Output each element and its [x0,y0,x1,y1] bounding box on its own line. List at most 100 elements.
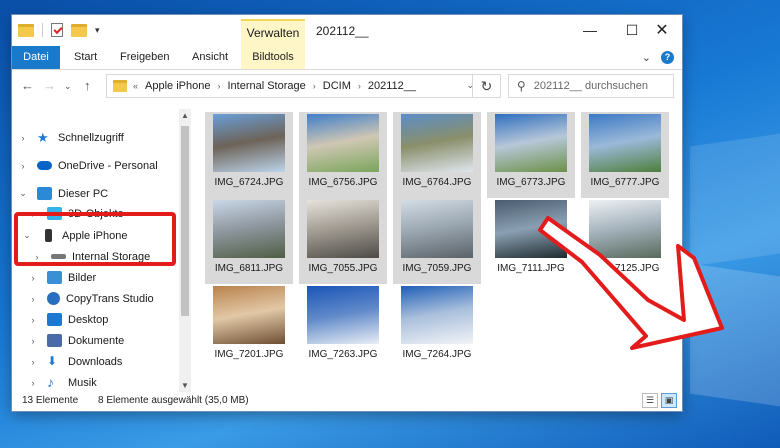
image-thumbnail [213,200,285,258]
nav-item-desktop[interactable]: › Desktop [28,309,108,330]
nav-item-copytrans-studio[interactable]: › CopyTrans Studio [28,288,154,309]
scroll-down-icon[interactable]: ▼ [180,381,190,390]
chevron-right-icon[interactable]: › [18,133,28,143]
chevron-right-icon[interactable]: › [28,336,38,346]
nav-item-dieser-pc[interactable]: ⌄ Dieser PC [18,183,108,204]
file-name: IMG_6811.JPG [214,263,284,274]
file-name: IMG_6773.JPG [496,177,566,188]
nav-item-label: OneDrive - Personal [58,159,158,172]
chevron-right-icon[interactable]: › [28,357,38,367]
pictures-icon [47,271,62,284]
nav-item-onedrive-personal[interactable]: › OneDrive - Personal [18,155,158,176]
chevron-right-icon[interactable]: › [28,294,38,304]
file-name: IMG_6764.JPG [402,177,472,188]
breadcrumb-apple-iphone[interactable]: Apple iPhone [145,80,210,92]
file-tile[interactable]: IMG_7111.JPG [487,198,575,284]
file-grid: IMG_6724.JPG IMG_6756.JPG IMG_6764.JPG IMG_… [199,109,679,392]
address-row: ← → ⌄ ↑ « Apple iPhone › Internal Storag… [12,72,682,100]
chevron-down-icon[interactable]: ⌄ [18,188,28,199]
file-tile[interactable]: IMG_7125.JPG [581,198,669,284]
tab-bildtools[interactable]: Bildtools [241,46,305,69]
file-name: IMG_6756.JPG [308,177,378,188]
file-tile[interactable]: IMG_7059.JPG [393,198,481,284]
new-folder-icon[interactable] [71,23,87,37]
chevron-right-icon[interactable]: › [358,81,361,91]
scroll-up-icon[interactable]: ▲ [180,111,190,120]
documents-icon [47,334,62,347]
search-icon: ⚲ [517,79,526,93]
tab-ansicht[interactable]: Ansicht [184,46,236,69]
status-bar: 13 Elemente 8 Elemente ausgewählt (35,0 … [12,391,682,411]
file-name: IMG_7125.JPG [590,263,660,274]
file-tile[interactable]: IMG_6811.JPG [205,198,293,284]
breadcrumb-internal-storage[interactable]: Internal Storage [227,80,305,92]
close-button[interactable]: ✕ [640,15,684,46]
file-tile[interactable]: IMG_6764.JPG [393,112,481,198]
chevron-right-icon[interactable]: › [28,315,38,325]
chevron-right-icon[interactable]: › [313,81,316,91]
nav-item-musik[interactable]: › ♪ Musik [28,372,97,393]
chevron-right-icon[interactable]: › [18,161,28,171]
nav-item-dokumente[interactable]: › Dokumente [28,330,124,351]
overflow-crumb[interactable]: « [133,81,138,91]
scrollbar-thumb[interactable] [181,126,189,316]
nav-item-label: Downloads [68,355,123,368]
file-name: IMG_6724.JPG [214,177,284,188]
image-thumbnail [307,200,379,258]
image-thumbnail [213,286,285,344]
back-arrow-icon[interactable]: ← [21,78,34,93]
file-name: IMG_7263.JPG [308,349,378,360]
tab-start[interactable]: Start [66,46,105,69]
cloud-icon [37,161,52,170]
large-icons-view-icon[interactable]: ▣ [661,393,677,408]
properties-icon[interactable] [51,23,63,37]
file-tile[interactable]: IMG_6724.JPG [205,112,293,198]
chevron-down-icon[interactable]: ⌄ [642,51,651,64]
chevron-right-icon[interactable]: › [217,81,220,91]
music-icon: ♪ [47,374,54,390]
nav-item-downloads[interactable]: › ⬇ Downloads [28,351,123,372]
breadcrumb-202112[interactable]: 202112__ [368,80,416,92]
customize-toolbar-icon[interactable]: ▾ [95,25,100,36]
refresh-icon[interactable]: ↻ [472,74,500,98]
chevron-right-icon[interactable]: › [28,378,38,388]
chevron-right-icon[interactable]: › [28,273,38,283]
forward-arrow-icon[interactable]: → [43,78,56,93]
annotation-highlight-box [14,212,176,266]
image-thumbnail [401,114,473,172]
file-tile[interactable]: IMG_7263.JPG [299,284,387,370]
details-view-icon[interactable]: ☰ [642,393,658,408]
file-tile[interactable]: IMG_6773.JPG [487,112,575,198]
breadcrumb-dcim[interactable]: DCIM [323,80,351,92]
help-icon[interactable]: ? [661,51,674,64]
nav-item-label: Schnellzugriff [58,131,124,144]
search-input[interactable]: ⚲ 202112__ durchsuchen [508,74,674,98]
file-tile[interactable]: IMG_7264.JPG [393,284,481,370]
file-tile[interactable]: IMG_7201.JPG [205,284,293,370]
nav-scrollbar[interactable]: ▲ ▼ [179,109,191,392]
file-tile[interactable]: IMG_6756.JPG [299,112,387,198]
file-name: IMG_7201.JPG [214,349,284,360]
file-tile[interactable]: IMG_7055.JPG [299,198,387,284]
tab-datei[interactable]: Datei [12,46,60,69]
recent-locations-icon[interactable]: ⌄ [64,81,72,92]
folder-icon[interactable] [18,23,34,37]
ribbon-tabs: Datei Start Freigeben Ansicht Bildtools … [12,46,682,70]
nav-item-bilder[interactable]: › Bilder [28,267,96,288]
file-name: IMG_7111.JPG [497,263,565,274]
address-bar[interactable]: « Apple iPhone › Internal Storage › DCIM… [106,74,501,98]
desktop-wallpaper-pane [690,133,780,267]
desktop-icon [47,313,62,326]
folder-icon [113,80,127,92]
download-icon: ⬇ [47,354,58,368]
star-icon: ★ [37,130,49,145]
nav-item-label: CopyTrans Studio [66,292,154,305]
nav-item-schnellzugriff[interactable]: › ★ Schnellzugriff [18,127,124,148]
minimize-button[interactable]: — [568,15,612,46]
tab-freigeben[interactable]: Freigeben [112,46,178,69]
desktop-wallpaper-pane [690,263,780,407]
file-tile[interactable]: IMG_6777.JPG [581,112,669,198]
context-tab-verwalten[interactable]: Verwalten [241,19,305,47]
up-arrow-icon[interactable]: ↑ [84,78,91,93]
image-thumbnail [401,286,473,344]
